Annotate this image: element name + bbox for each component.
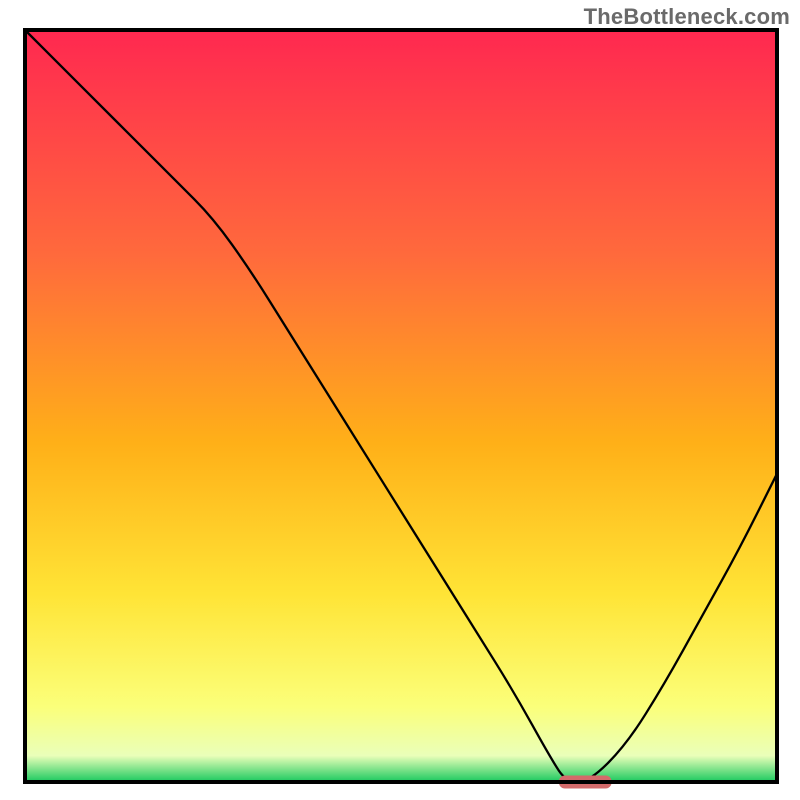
chart-stage: TheBottleneck.com [0,0,800,800]
bottleneck-chart [0,0,800,800]
